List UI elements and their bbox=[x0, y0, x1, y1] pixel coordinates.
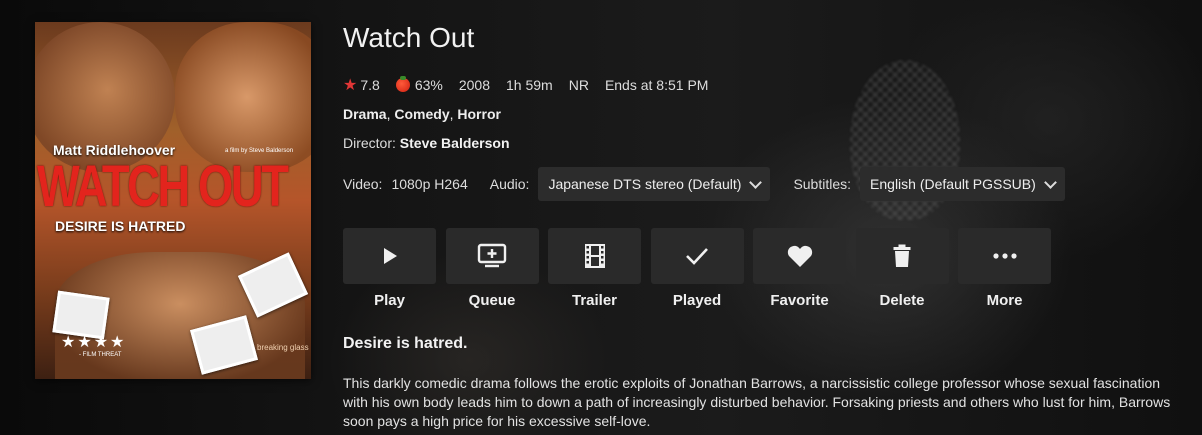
critic-rating: 63% bbox=[395, 76, 443, 93]
play-button-surface[interactable] bbox=[343, 228, 436, 284]
favorite-label: Favorite bbox=[770, 292, 829, 309]
film-icon bbox=[584, 244, 605, 268]
page-title: Watch Out bbox=[343, 22, 475, 53]
subtitles-label: Subtitles: bbox=[793, 176, 852, 192]
check-icon bbox=[686, 248, 708, 265]
more-button[interactable]: More bbox=[958, 228, 1051, 309]
release-year: 2008 bbox=[458, 77, 490, 93]
end-time: Ends at 8:51 PM bbox=[604, 77, 709, 93]
poster-title: WATCH OUT bbox=[37, 154, 289, 219]
queue-button-surface[interactable] bbox=[445, 228, 539, 284]
action-buttons: Play Queue Trailer Played Favorite Delet… bbox=[343, 228, 1061, 309]
official-rating: NR bbox=[568, 77, 589, 93]
subtitles-select[interactable]: English (Default PGSSUB) bbox=[860, 167, 1065, 201]
delete-button-surface[interactable] bbox=[855, 228, 949, 284]
audio-select-value: Japanese DTS stereo (Default) bbox=[548, 176, 742, 192]
queue-label: Queue bbox=[468, 292, 516, 309]
community-rating-value: 7.8 bbox=[360, 77, 380, 93]
audio-select[interactable]: Japanese DTS stereo (Default) bbox=[538, 167, 771, 201]
trailer-label: Trailer bbox=[571, 292, 618, 309]
poster-stars: ★★★★ bbox=[61, 334, 127, 351]
poster-tagline: DESIRE IS HATRED bbox=[55, 218, 186, 234]
played-button[interactable]: Played bbox=[650, 228, 744, 309]
video-value: 1080p H264 bbox=[391, 176, 468, 192]
favorite-button[interactable]: Favorite bbox=[753, 228, 846, 309]
heart-icon bbox=[787, 245, 812, 267]
runtime: 1h 59m bbox=[506, 77, 553, 93]
trailer-button[interactable]: Trailer bbox=[548, 228, 641, 309]
movie-tagline: Desire is hatred. bbox=[343, 335, 468, 352]
director-link[interactable]: Steve Balderson bbox=[400, 135, 510, 151]
genre-link[interactable]: Comedy bbox=[394, 106, 449, 122]
media-info-row: ★ 7.8 63% 2008 1h 59m NR Ends at 8:51 PM bbox=[343, 75, 724, 95]
chevron-down-icon bbox=[1043, 175, 1057, 189]
queue-button[interactable]: Queue bbox=[445, 228, 539, 309]
community-rating: ★ 7.8 bbox=[343, 75, 380, 95]
director-label: Director: bbox=[343, 135, 396, 151]
played-button-surface[interactable] bbox=[650, 228, 744, 284]
genre-link[interactable]: Drama bbox=[343, 106, 387, 122]
video-label: Video: bbox=[343, 176, 383, 192]
subtitles-select-value: English (Default PGSSUB) bbox=[870, 176, 1036, 192]
more-icon bbox=[992, 253, 1017, 259]
movie-overview: This darkly comedic drama follows the er… bbox=[343, 375, 1171, 429]
tomato-icon bbox=[395, 76, 410, 92]
played-label: Played bbox=[672, 292, 722, 309]
poster-review-source: - FILM THREAT bbox=[79, 352, 122, 358]
audio-label: Audio: bbox=[489, 176, 530, 192]
delete-button[interactable]: Delete bbox=[855, 228, 949, 309]
more-label: More bbox=[986, 292, 1023, 309]
critic-rating-value: 63% bbox=[414, 77, 443, 93]
trailer-button-surface[interactable] bbox=[548, 228, 641, 284]
more-button-surface[interactable] bbox=[958, 228, 1051, 284]
chevron-down-icon bbox=[749, 175, 763, 189]
poster-studio-logo: breaking glass bbox=[257, 343, 309, 352]
movie-poster[interactable]: Matt Riddlehoover a film by Steve Balder… bbox=[35, 22, 311, 379]
play-icon bbox=[383, 248, 397, 264]
director-row: Director: Steve Balderson bbox=[343, 135, 510, 151]
genre-list: Drama, Comedy, Horror bbox=[343, 106, 501, 122]
queue-icon bbox=[477, 243, 507, 268]
favorite-button-surface[interactable] bbox=[753, 228, 846, 284]
genre-link[interactable]: Horror bbox=[457, 106, 501, 122]
star-icon: ★ bbox=[343, 77, 358, 94]
play-button[interactable]: Play bbox=[343, 228, 436, 309]
delete-label: Delete bbox=[879, 292, 925, 309]
play-label: Play bbox=[374, 292, 405, 309]
track-selection-row: Video: 1080p H264 Audio: Japanese DTS st… bbox=[343, 167, 1065, 201]
trash-icon bbox=[893, 244, 911, 267]
